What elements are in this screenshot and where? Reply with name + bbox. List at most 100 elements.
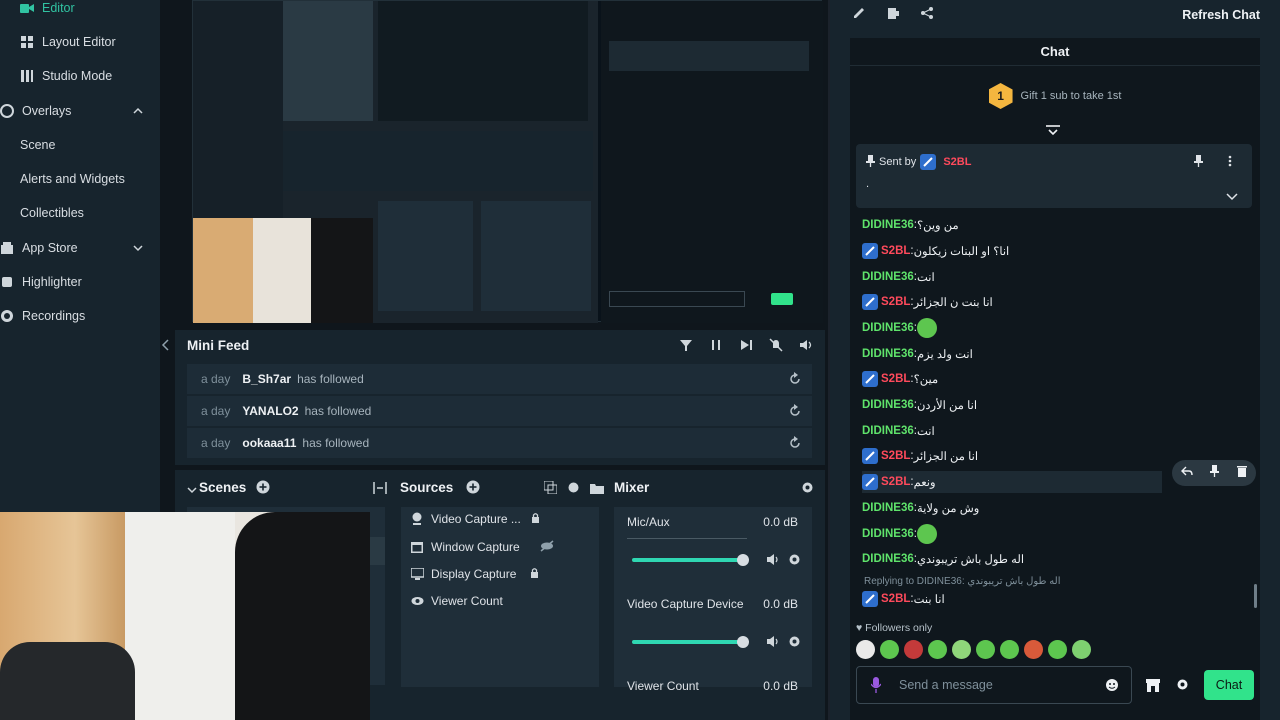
chevron-down-icon[interactable] xyxy=(132,242,144,254)
chevron-up-icon[interactable] xyxy=(132,105,144,117)
nav-item-collectibles[interactable]: Collectibles xyxy=(20,199,84,227)
replay-icon[interactable] xyxy=(788,436,802,453)
chat-message[interactable]: DIDINE36: xyxy=(862,317,937,339)
gift-sub-banner[interactable]: 1 Gift 1 sub to take 1st xyxy=(850,76,1260,116)
chat-message[interactable]: S2BL: ونعم xyxy=(862,471,1162,493)
feed-row[interactable]: a day ookaaa11 has followed xyxy=(187,428,812,458)
nav-item-app-store[interactable]: App Store xyxy=(0,234,150,262)
emote-icon[interactable] xyxy=(904,640,923,659)
volume-slider[interactable] xyxy=(632,640,744,644)
source-item[interactable]: Window Capture xyxy=(411,537,554,557)
chat-message[interactable]: S2BL: انا؟ او البنات زيكلون xyxy=(862,240,1009,262)
feed-row[interactable]: a day B_Sh7ar has followed xyxy=(187,364,812,394)
emote-icon[interactable] xyxy=(976,640,995,659)
chat-message[interactable]: DIDINE36: انت xyxy=(862,266,935,288)
collapse-banner-icon[interactable] xyxy=(1046,124,1060,142)
chat-message[interactable]: DIDINE36: xyxy=(862,523,937,545)
emote-icon[interactable] xyxy=(1048,640,1067,659)
chat-message[interactable]: DIDINE36: من وين؟ xyxy=(862,214,959,236)
chevron-down-icon[interactable] xyxy=(187,482,197,500)
emote-icon[interactable] xyxy=(880,640,899,659)
chat-message[interactable]: DIDINE36: وش من ولاية xyxy=(862,497,979,519)
pin-icon[interactable] xyxy=(1210,464,1220,482)
chat-message[interactable]: DIDINE36: انا من الأردن xyxy=(862,394,977,416)
nav-item-scene[interactable]: Scene xyxy=(20,131,55,159)
chat-scrollbar[interactable] xyxy=(1254,584,1257,608)
chat-message[interactable]: S2BL: انا بنت xyxy=(862,588,945,610)
transition-icon[interactable] xyxy=(373,481,387,499)
nav-item-editor[interactable]: Editor xyxy=(20,0,75,22)
nav-item-studio-mode[interactable]: Studio Mode xyxy=(20,62,112,90)
feed-row[interactable]: a day YANALO2 has followed xyxy=(187,396,812,426)
nav-item-overlays[interactable]: Overlays xyxy=(0,97,150,125)
chat-username[interactable]: S2BL xyxy=(881,296,910,308)
add-source-icon[interactable] xyxy=(466,480,480,499)
edit-icon[interactable] xyxy=(852,6,866,25)
filter-icon[interactable] xyxy=(679,338,693,357)
volume-knob[interactable] xyxy=(737,554,749,566)
chat-settings-icon[interactable] xyxy=(1176,678,1189,696)
nav-item-layout-editor[interactable]: Layout Editor xyxy=(20,28,116,56)
chat-message[interactable]: S2BL: انا بنت ن الجزائر xyxy=(862,291,993,313)
chat-username[interactable]: DIDINE36 xyxy=(862,322,914,334)
folder-icon[interactable] xyxy=(590,481,604,499)
source-item[interactable]: Viewer Count xyxy=(411,591,503,611)
message-input[interactable] xyxy=(899,676,1099,694)
mixer-settings-icon[interactable] xyxy=(801,481,814,499)
chat-message[interactable]: S2BL: انا من الجزائر xyxy=(862,445,978,467)
share-icon[interactable] xyxy=(920,6,934,25)
chat-username[interactable]: DIDINE36 xyxy=(862,425,914,437)
stream-preview[interactable] xyxy=(192,0,823,323)
link-icon[interactable] xyxy=(567,481,580,499)
source-item[interactable]: Video Capture ... xyxy=(411,509,540,529)
chat-username[interactable]: DIDINE36 xyxy=(862,348,914,360)
nav-item-alerts-widgets[interactable]: Alerts and Widgets xyxy=(20,165,125,193)
mute-alerts-icon[interactable] xyxy=(769,338,783,357)
chat-message[interactable]: S2BL: مين؟ xyxy=(862,368,938,390)
gear-icon[interactable] xyxy=(788,635,801,653)
lock-icon[interactable] xyxy=(530,567,539,582)
speaker-icon[interactable] xyxy=(766,553,779,571)
volume-slider[interactable] xyxy=(632,558,744,562)
chat-username[interactable]: DIDINE36 xyxy=(862,528,914,540)
nav-item-highlighter[interactable]: Highlighter xyxy=(0,268,82,296)
lock-icon[interactable] xyxy=(531,512,540,527)
collapse-left-icon[interactable] xyxy=(160,338,172,357)
unpin-icon[interactable] xyxy=(1194,154,1203,172)
chat-username[interactable]: DIDINE36 xyxy=(862,399,914,411)
emote-icon[interactable] xyxy=(928,640,947,659)
hidden-eye-icon[interactable] xyxy=(540,539,554,555)
gear-icon[interactable] xyxy=(788,553,801,571)
chat-username[interactable]: S2BL xyxy=(881,245,910,257)
sources-list[interactable]: Video Capture ... Window Capture Display… xyxy=(401,507,599,687)
expand-icon[interactable] xyxy=(1226,188,1238,206)
add-scene-icon[interactable] xyxy=(256,480,270,499)
clip-icon[interactable] xyxy=(886,6,900,25)
emote-icon[interactable] xyxy=(1024,640,1043,659)
chat-username[interactable]: S2BL xyxy=(881,373,910,385)
nav-item-recordings[interactable]: Recordings xyxy=(0,302,85,330)
chat-username[interactable]: DIDINE36 xyxy=(862,219,914,231)
source-item[interactable]: Display Capture xyxy=(411,564,539,584)
speaker-icon[interactable] xyxy=(766,635,779,653)
chat-username[interactable]: S2BL xyxy=(881,593,910,605)
replay-icon[interactable] xyxy=(788,372,802,389)
chat-message[interactable]: DIDINE36: انت ولد يزم xyxy=(862,343,973,365)
delete-icon[interactable] xyxy=(1237,464,1248,482)
refresh-chat-button[interactable]: Refresh Chat xyxy=(1182,8,1260,22)
chat-username[interactable]: S2BL xyxy=(881,476,910,488)
send-chat-button[interactable]: Chat xyxy=(1204,670,1254,700)
chat-input-box[interactable] xyxy=(856,666,1132,704)
microphone-icon[interactable] xyxy=(870,677,882,698)
volume-icon[interactable] xyxy=(799,338,813,357)
skip-icon[interactable] xyxy=(739,338,753,357)
chat-username[interactable]: DIDINE36 xyxy=(862,271,914,283)
emote-icon[interactable] xyxy=(952,640,971,659)
emoji-icon[interactable] xyxy=(1105,678,1119,697)
replay-icon[interactable] xyxy=(788,404,802,421)
chat-message[interactable]: DIDINE36: انت xyxy=(862,420,935,442)
duplicate-icon[interactable] xyxy=(543,480,558,499)
chat-username[interactable]: S2BL xyxy=(881,450,910,462)
emote-icon[interactable] xyxy=(1072,640,1091,659)
chat-username[interactable]: DIDINE36 xyxy=(862,502,914,514)
